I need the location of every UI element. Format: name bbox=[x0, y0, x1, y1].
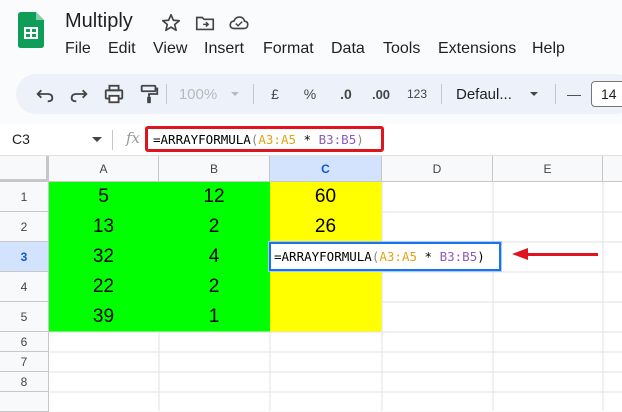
toolbar-separator bbox=[555, 84, 556, 104]
select-all-corner[interactable] bbox=[0, 156, 49, 182]
menu-file[interactable]: File bbox=[65, 40, 91, 58]
cloud-saved-icon[interactable] bbox=[228, 12, 250, 34]
paint-format-icon[interactable] bbox=[138, 83, 160, 105]
editor-close-paren: ) bbox=[477, 249, 485, 264]
formula-input[interactable]: =ARRAYFORMULA(A3:A5 * B3:B5) bbox=[145, 126, 384, 152]
font-size-input[interactable]: 14 bbox=[591, 81, 622, 107]
menu-insert[interactable]: Insert bbox=[204, 40, 244, 58]
font-select[interactable]: Defaul... bbox=[456, 83, 530, 105]
more-formats-button[interactable]: 123 bbox=[405, 83, 429, 105]
cell-editor-c3[interactable]: =ARRAYFORMULA(A3:A5 * B3:B5) bbox=[269, 242, 501, 271]
column-header-d[interactable]: D bbox=[382, 156, 493, 182]
percent-format-button[interactable]: % bbox=[300, 83, 320, 105]
editor-operator: * bbox=[417, 249, 440, 264]
row-header-3[interactable]: 3 bbox=[0, 242, 49, 272]
formula-range-b: B3:B5 bbox=[318, 132, 357, 147]
undo-icon[interactable] bbox=[34, 83, 56, 105]
toolbar-separator bbox=[166, 84, 167, 104]
column-header-c[interactable]: C bbox=[270, 156, 382, 182]
menu-edit[interactable]: Edit bbox=[108, 40, 136, 58]
row-header-5[interactable]: 5 bbox=[0, 302, 49, 332]
toolbar-separator bbox=[253, 84, 254, 104]
editor-range-b: B3:B5 bbox=[439, 249, 478, 264]
row-header-8[interactable]: 8 bbox=[0, 372, 49, 392]
decrease-font-size-button[interactable]: — bbox=[565, 83, 583, 105]
column-header-b[interactable]: B bbox=[159, 156, 270, 182]
editor-formula-function: =ARRAYFORMULA bbox=[274, 249, 372, 264]
column-header-e[interactable]: E bbox=[493, 156, 603, 182]
annotation-arrow-line bbox=[526, 253, 598, 256]
move-folder-icon[interactable] bbox=[194, 12, 216, 34]
grid-lines bbox=[49, 182, 622, 411]
formula-range-a: A3:A5 bbox=[258, 132, 297, 147]
zoom-select[interactable]: 100% bbox=[176, 83, 220, 105]
menu-view[interactable]: View bbox=[153, 40, 187, 58]
decrease-decimal-button[interactable]: .0 bbox=[334, 83, 358, 105]
formula-bar-separator bbox=[112, 130, 113, 150]
formula-operator: * bbox=[296, 132, 319, 147]
fx-icon: fx bbox=[126, 129, 141, 147]
zoom-dropdown-icon[interactable] bbox=[229, 83, 241, 105]
currency-format-button[interactable]: £ bbox=[266, 83, 284, 105]
menu-help[interactable]: Help bbox=[532, 40, 565, 58]
row-header-2[interactable]: 2 bbox=[0, 212, 49, 242]
sheets-logo-icon[interactable] bbox=[18, 12, 44, 48]
row-header-7[interactable]: 7 bbox=[0, 352, 49, 372]
column-header-a[interactable]: A bbox=[49, 156, 159, 182]
redo-icon[interactable] bbox=[68, 83, 90, 105]
toolbar-separator bbox=[441, 84, 442, 104]
formula-close-paren: ) bbox=[356, 132, 364, 147]
column-header-f[interactable] bbox=[603, 156, 622, 182]
menu-tools[interactable]: Tools bbox=[383, 40, 420, 58]
annotation-arrow-head-icon bbox=[512, 248, 528, 260]
font-dropdown-icon[interactable] bbox=[528, 83, 540, 105]
document-title[interactable]: Multiply bbox=[65, 10, 133, 33]
row-header-6[interactable]: 6 bbox=[0, 332, 49, 352]
menu-extensions[interactable]: Extensions bbox=[438, 40, 516, 58]
increase-decimal-button[interactable]: .00 bbox=[370, 83, 392, 105]
name-box-dropdown-icon[interactable] bbox=[92, 137, 102, 142]
row-header-4[interactable]: 4 bbox=[0, 272, 49, 302]
print-icon[interactable] bbox=[103, 83, 125, 105]
row-header-1[interactable]: 1 bbox=[0, 182, 49, 212]
star-icon[interactable] bbox=[160, 12, 182, 34]
row-header-9[interactable] bbox=[0, 392, 49, 412]
menu-data[interactable]: Data bbox=[331, 40, 365, 58]
menu-format[interactable]: Format bbox=[263, 40, 314, 58]
formula-function: =ARRAYFORMULA bbox=[153, 132, 251, 147]
name-box[interactable]: C3 bbox=[12, 131, 30, 147]
editor-range-a: A3:A5 bbox=[379, 249, 418, 264]
